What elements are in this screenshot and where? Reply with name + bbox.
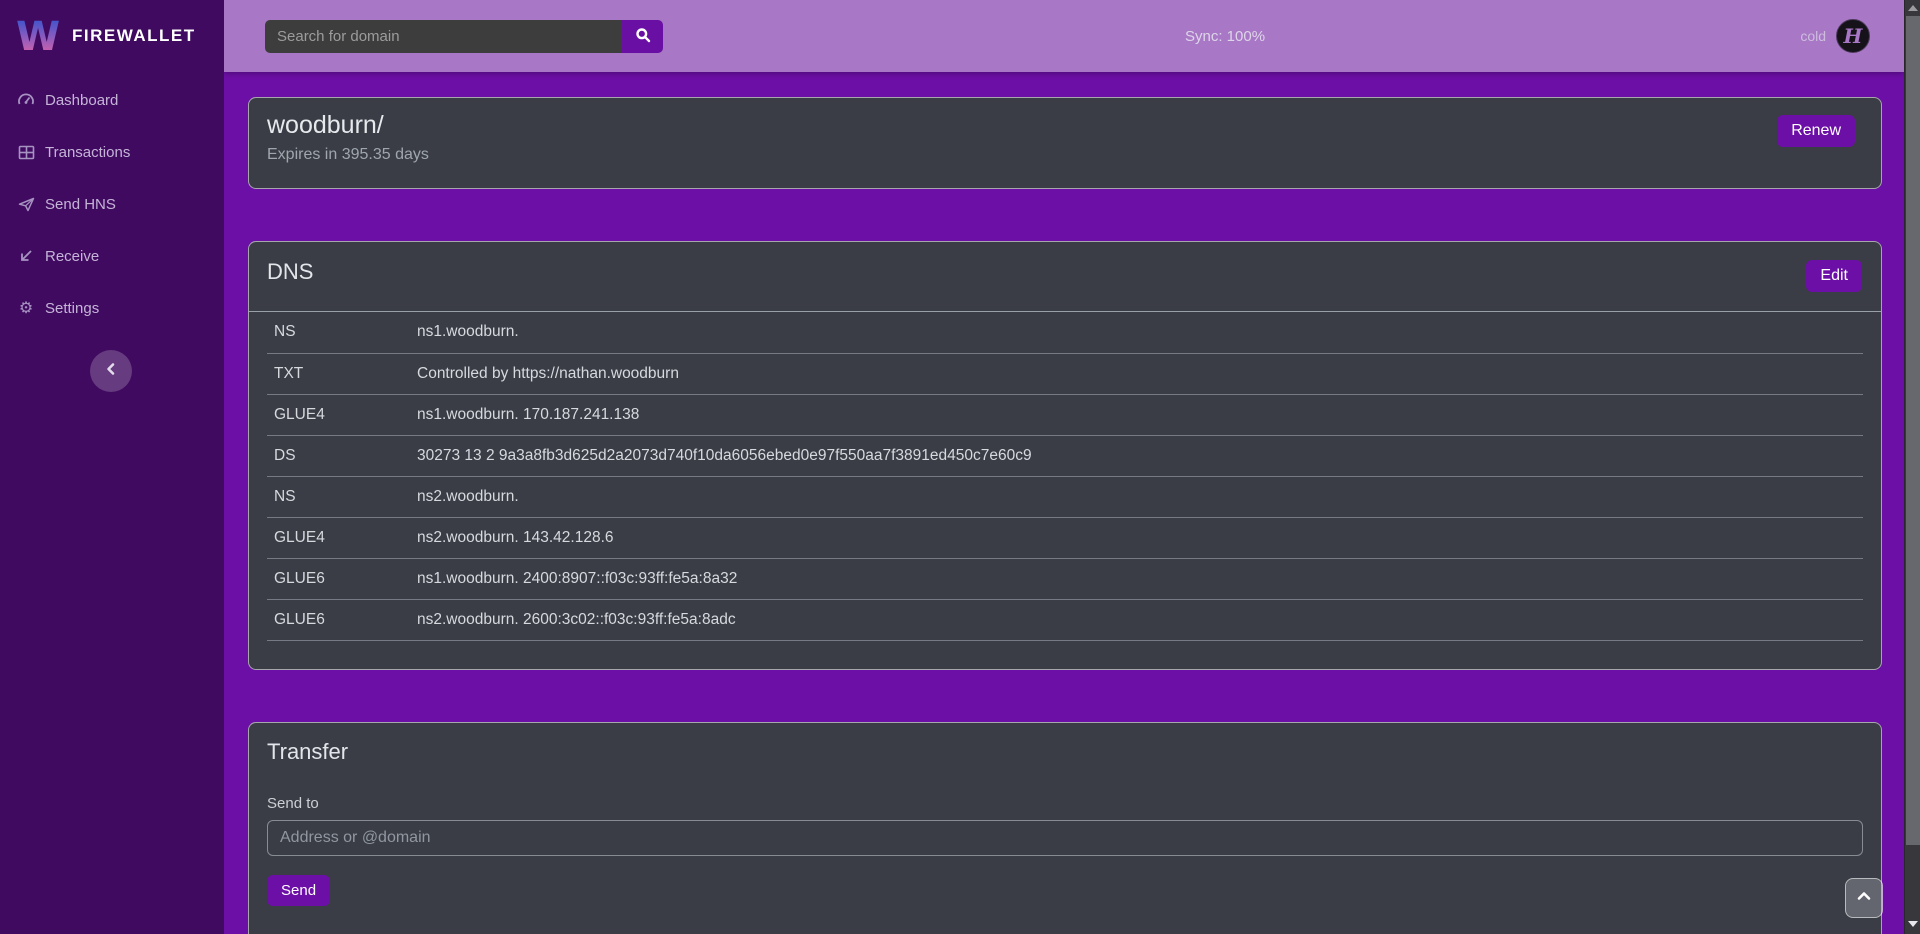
sidebar-item-settings[interactable]: ⚙ Settings [0,282,224,334]
dns-record-type: DS [267,435,409,476]
dns-record-type: GLUE6 [267,599,409,640]
topbar: Sync: 100% cold H [224,0,1904,72]
dns-record-type: TXT [267,353,409,394]
main-content: woodburn/ Expires in 395.35 days Renew D… [224,72,1904,934]
domain-title: woodburn/ [267,111,1863,140]
chevron-up-icon [1856,889,1872,907]
domain-card: woodburn/ Expires in 395.35 days Renew [248,97,1882,189]
dns-record-type: GLUE4 [267,394,409,435]
edit-dns-button[interactable]: Edit [1806,260,1862,292]
dns-record-value: ns2.woodburn. [409,476,1863,517]
arrow-down-left-icon [17,247,35,265]
dns-card: DNS Edit NS ns1.woodburn. TXT Controlled… [248,241,1882,670]
dns-record-row: DS 30273 13 2 9a3a8fb3d625d2a2073d740f10… [267,435,1863,476]
wallet-name-label: cold [1800,28,1826,44]
search-icon [635,27,651,46]
scrollbar[interactable] [1904,0,1920,934]
search-button[interactable] [622,20,663,53]
svg-text:W: W [16,14,60,58]
sidebar-item-send-hns[interactable]: Send HNS [0,178,224,230]
sidebar-item-label: Send HNS [45,196,116,213]
sidebar-item-label: Dashboard [45,92,118,109]
dns-record-row: NS ns1.woodburn. [267,312,1863,353]
sidebar-item-label: Transactions [45,144,130,161]
dns-record-row: TXT Controlled by https://nathan.woodbur… [267,353,1863,394]
paper-plane-icon [17,195,35,213]
sidebar-item-label: Settings [45,300,99,317]
dns-record-row: GLUE4 ns1.woodburn. 170.187.241.138 [267,394,1863,435]
sidebar-item-transactions[interactable]: Transactions [0,126,224,178]
dns-records-table: NS ns1.woodburn. TXT Controlled by https… [267,312,1863,641]
handshake-avatar-icon[interactable]: H [1836,19,1870,53]
dns-record-value: ns2.woodburn. 143.42.128.6 [409,517,1863,558]
table-icon [17,143,35,161]
gauge-icon [17,91,35,109]
app-logo: W FIREWALLET [0,0,224,72]
dns-record-value: ns2.woodburn. 2600:3c02::f03c:93ff:fe5a:… [409,599,1863,640]
send-button[interactable]: Send [267,875,330,906]
search-input[interactable] [265,20,622,53]
scrollbar-thumb[interactable] [1906,16,1920,845]
dns-record-row: GLUE6 ns1.woodburn. 2400:8907::f03c:93ff… [267,558,1863,599]
scrollbar-down-arrow-icon[interactable] [1905,916,1920,932]
sidebar-item-receive[interactable]: Receive [0,230,224,282]
dns-record-value: ns1.woodburn. [409,312,1863,353]
dns-record-value: ns1.woodburn. 2400:8907::f03c:93ff:fe5a:… [409,558,1863,599]
dns-record-row: GLUE6 ns2.woodburn. 2600:3c02::f03c:93ff… [267,599,1863,640]
transfer-recipient-input[interactable] [267,820,1863,856]
gear-icon: ⚙ [17,299,35,317]
dns-record-type: NS [267,476,409,517]
sidebar: W FIREWALLET Dashboard [0,0,224,934]
dns-record-type: GLUE4 [267,517,409,558]
dns-record-value: Controlled by https://nathan.woodburn [409,353,1863,394]
dns-record-type: NS [267,312,409,353]
scrollbar-up-arrow-icon[interactable] [1905,0,1920,16]
scroll-to-top-button[interactable] [1845,878,1883,918]
transfer-title: Transfer [267,739,1863,765]
renew-button[interactable]: Renew [1777,115,1855,147]
send-to-label: Send to [267,795,1863,812]
sidebar-item-dashboard[interactable]: Dashboard [0,74,224,126]
topbar-wallet-area: cold H [1800,0,1870,72]
domain-search [265,20,663,53]
sidebar-item-label: Receive [45,248,99,265]
dns-title: DNS [267,259,1863,285]
sidebar-nav: Dashboard Transactions Send HNS [0,72,224,334]
dns-record-type: GLUE6 [267,558,409,599]
transfer-card: Transfer Send to Send [248,722,1882,934]
dns-record-value: ns1.woodburn. 170.187.241.138 [409,394,1863,435]
brand-name: FIREWALLET [72,26,196,46]
dns-record-row: NS ns2.woodburn. [267,476,1863,517]
sync-status: Sync: 100% [1185,0,1265,72]
firewallet-logo-icon: W [16,10,60,63]
sidebar-collapse-button[interactable] [90,350,132,392]
domain-expiry-label: Expires in 395.35 days [267,146,1863,164]
dns-record-row: GLUE4 ns2.woodburn. 143.42.128.6 [267,517,1863,558]
dns-card-header: DNS Edit [249,242,1881,312]
dns-record-value: 30273 13 2 9a3a8fb3d625d2a2073d740f10da6… [409,435,1863,476]
chevron-left-icon [104,362,118,381]
